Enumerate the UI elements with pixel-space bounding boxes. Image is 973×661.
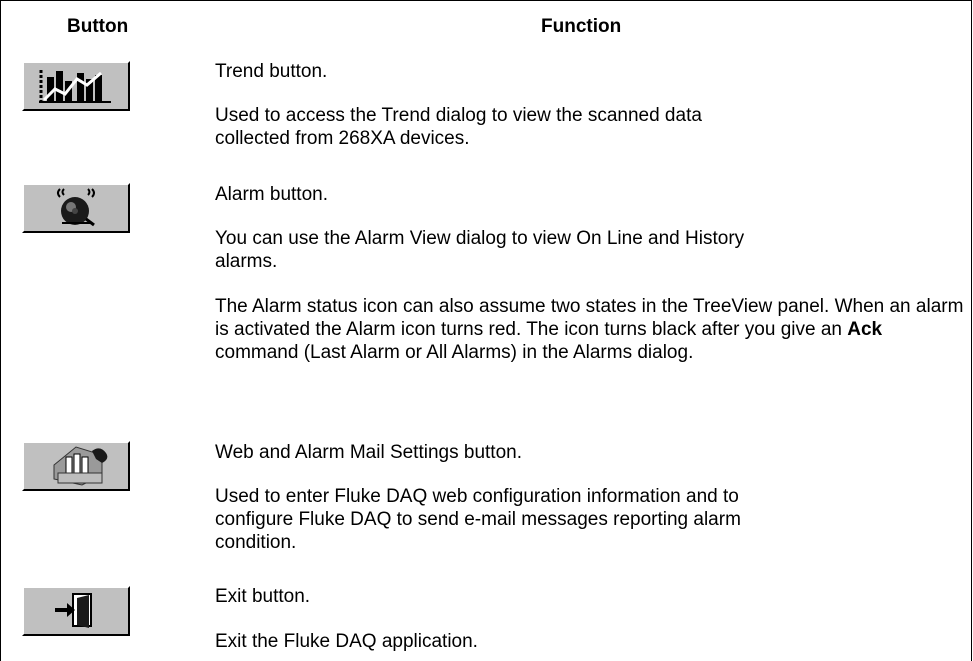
header-function: Function (541, 16, 622, 37)
web-mail-description: Used to enter Fluke DAQ web configuratio… (215, 486, 741, 553)
web-mail-settings-button[interactable] (22, 441, 130, 491)
trend-title: Trend button. (215, 61, 328, 82)
alarm-title: Alarm button. (215, 184, 328, 205)
table-left-border (0, 0, 1, 661)
web-mail-settings-icon (36, 445, 116, 487)
alarm-status-note: The Alarm status icon can also assume tw… (215, 295, 965, 364)
exit-description: Exit the Fluke DAQ application. (215, 631, 478, 652)
alarm-description: You can use the Alarm View dialog to vie… (215, 228, 745, 272)
trend-button[interactable] (22, 61, 130, 111)
header-button: Button (67, 16, 129, 37)
table-right-border (971, 0, 972, 661)
exit-title: Exit button. (215, 586, 311, 607)
alarm-bell-icon (46, 187, 106, 229)
exit-button[interactable] (22, 586, 130, 636)
web-mail-title: Web and Alarm Mail Settings button. (215, 442, 522, 463)
alarm-button[interactable] (22, 183, 130, 233)
exit-door-icon (53, 592, 99, 630)
trend-description: Used to access the Trend dialog to view … (215, 105, 702, 149)
ack-command: Ack (847, 319, 883, 340)
table-top-border (0, 0, 972, 1)
button-function-table: Button Function Trend button. Used to ac… (0, 0, 973, 661)
trend-chart-icon (35, 67, 117, 105)
alarm-status-text-end: command (Last Alarm or All Alarms) in th… (215, 342, 694, 363)
